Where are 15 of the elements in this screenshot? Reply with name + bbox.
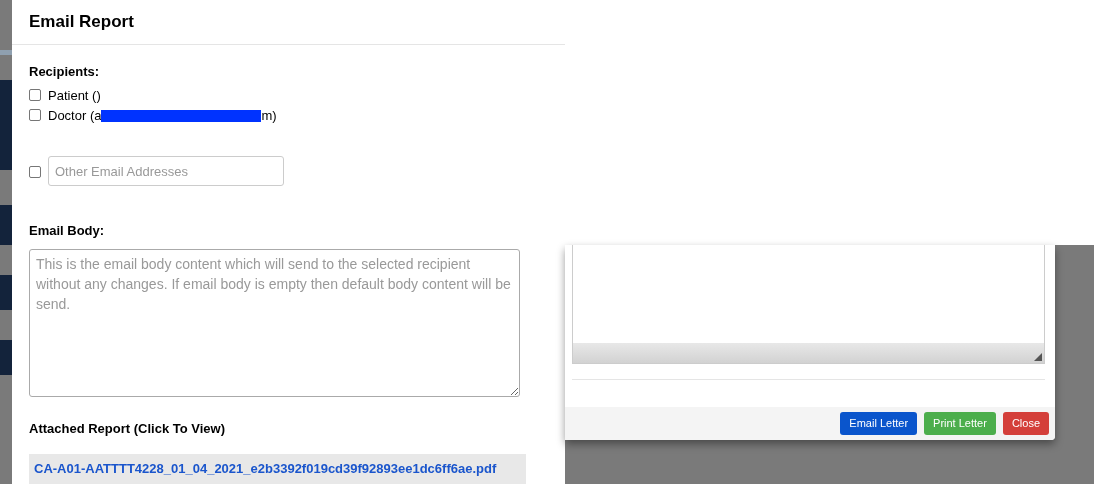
checkbox[interactable] — [29, 166, 41, 178]
email-input-field[interactable]: Other Email Addresses — [48, 156, 284, 186]
footer-button[interactable]: Email Letter — [840, 412, 918, 436]
recipient-label: Doctor (a m) — [48, 107, 277, 124]
checkbox[interactable] — [29, 89, 41, 101]
email-body-field[interactable]: This is the email body content which will send to the selected recipient without any changes. If email body is empty then default body content will be send. — [29, 248, 520, 397]
attachment-label: Attached Report (Click To View) — [29, 419, 225, 438]
email-body-label: Email Body: — [29, 222, 105, 240]
recipient-label: Patient () — [48, 87, 101, 104]
resize-grip-icon — [1034, 353, 1042, 362]
footer-button[interactable]: Print Letter — [924, 412, 996, 436]
checkbox[interactable] — [29, 109, 41, 121]
footer-button[interactable]: Close — [1002, 412, 1049, 436]
modal-title: Email Report — [29, 11, 134, 33]
recipients-label: Recipients: — [29, 62, 100, 81]
